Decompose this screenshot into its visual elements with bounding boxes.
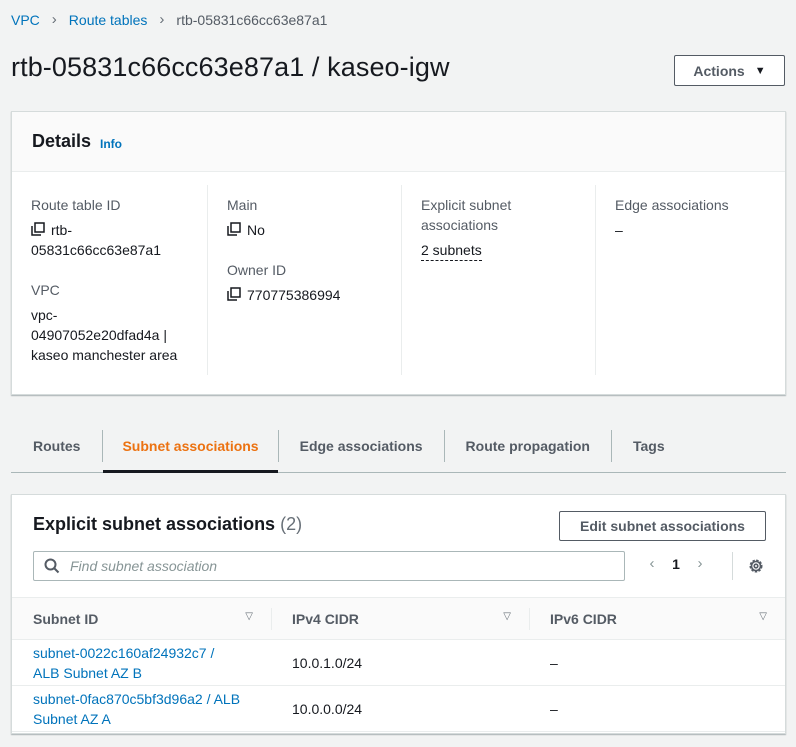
chevron-left-icon[interactable]: ‹ bbox=[642, 555, 662, 572]
actions-button[interactable]: Actions ▼ bbox=[674, 55, 785, 86]
column-label: Subnet ID bbox=[33, 610, 99, 627]
edge-associations-label: Edge associations bbox=[615, 197, 729, 213]
pagination: ‹ 1 › bbox=[642, 555, 710, 572]
edge-associations-value: – bbox=[615, 222, 623, 238]
explicit-associations-value[interactable]: 2 subnets bbox=[421, 240, 482, 261]
breadcrumb-current: rtb-05831c66cc63e87a1 bbox=[176, 11, 328, 28]
table-header-row: Subnet ID ▽ IPv4 CIDR ▽ IPv6 CIDR ▽ bbox=[12, 597, 785, 640]
tab-edge-associations[interactable]: Edge associations bbox=[279, 420, 444, 472]
search-field bbox=[33, 551, 625, 581]
info-link[interactable]: Info bbox=[100, 137, 122, 151]
vpc-label: VPC bbox=[31, 282, 60, 298]
route-table-id-value: rtb- 05831c66cc63e87a1 bbox=[31, 220, 161, 260]
details-heading: Details bbox=[32, 131, 92, 151]
column-header-ipv4-cidr[interactable]: IPv4 CIDR ▽ bbox=[271, 597, 529, 640]
main-value-text: No bbox=[247, 222, 265, 238]
vpc-link[interactable]: vpc- 04907052e20dfad4a | kaseo mancheste… bbox=[31, 305, 177, 365]
main-label: Main bbox=[227, 197, 258, 213]
subnet-count: (2) bbox=[280, 514, 303, 534]
column-label: IPv6 CIDR bbox=[550, 610, 617, 627]
explicit-associations-label: Explicit subnet associations bbox=[421, 195, 511, 235]
ipv4-cidr-cell: 10.0.0.0/24 bbox=[271, 685, 529, 732]
vpc-link-line2: 04907052e20dfad4a | bbox=[31, 327, 167, 343]
details-column-1: Route table ID rtb- 05831c66cc63e87a1 VP… bbox=[12, 185, 207, 375]
route-table-id-label: Route table ID bbox=[31, 197, 121, 213]
column-header-ipv6-cidr[interactable]: IPv6 CIDR ▽ bbox=[529, 597, 785, 640]
table-row: subnet-0022c160af24932c7 / ALB Subnet AZ… bbox=[12, 639, 785, 686]
subnet-id-link[interactable]: subnet-0022c160af24932c7 / ALB Subnet AZ… bbox=[12, 639, 271, 686]
column-header-subnet-id[interactable]: Subnet ID ▽ bbox=[12, 597, 271, 640]
subnet-associations-header: Explicit subnet associations (2) Edit su… bbox=[12, 495, 785, 597]
subnet-id-link[interactable]: subnet-0fac870c5bf3d96a2 / ALB Subnet AZ… bbox=[12, 685, 271, 732]
chevron-right-icon[interactable]: › bbox=[690, 555, 710, 572]
breadcrumb: VPC › Route tables › rtb-05831c66cc63e87… bbox=[11, 11, 327, 28]
details-column-2: Main No Owner ID 770775386994 bbox=[207, 185, 401, 375]
subnet-id-line2: ALB Subnet AZ B bbox=[33, 664, 142, 681]
tab-route-propagation[interactable]: Route propagation bbox=[445, 420, 611, 472]
edit-subnet-associations-button[interactable]: Edit subnet associations bbox=[559, 511, 766, 541]
details-column-4: Edge associations – bbox=[595, 185, 787, 375]
page-title: rtb-05831c66cc63e87a1 / kaseo-igw bbox=[11, 52, 450, 82]
breadcrumb-vpc-link[interactable]: VPC bbox=[11, 12, 40, 28]
owner-id-text: 770775386994 bbox=[247, 287, 341, 303]
subnet-id-line2: Subnet AZ A bbox=[33, 710, 111, 727]
caret-down-icon: ▼ bbox=[754, 64, 766, 77]
details-panel: Details Info Route table ID rtb- 05831c6… bbox=[11, 111, 786, 395]
chevron-right-icon: › bbox=[159, 11, 165, 28]
subnet-heading-text: Explicit subnet associations bbox=[33, 514, 276, 534]
ipv6-cidr-cell: – bbox=[529, 639, 785, 686]
copy-icon[interactable] bbox=[227, 287, 241, 301]
subnet-associations-table: Subnet ID ▽ IPv4 CIDR ▽ IPv6 CIDR ▽ subn… bbox=[12, 597, 785, 732]
details-header: Details Info bbox=[12, 112, 785, 172]
search-input[interactable] bbox=[68, 557, 608, 575]
actions-button-label: Actions bbox=[693, 62, 745, 79]
explicit-label-line1: Explicit subnet bbox=[421, 197, 512, 213]
tab-subnet-associations[interactable]: Subnet associations bbox=[103, 420, 278, 473]
tab-routes[interactable]: Routes bbox=[11, 420, 102, 472]
copy-icon[interactable] bbox=[227, 222, 241, 236]
explicit-label-line2: associations bbox=[421, 217, 499, 233]
search-icon bbox=[44, 558, 60, 574]
subnet-id-line1: subnet-0fac870c5bf3d96a2 / ALB bbox=[33, 690, 241, 707]
owner-id-value: 770775386994 bbox=[227, 285, 340, 305]
sort-icon[interactable]: ▽ bbox=[503, 611, 511, 622]
page-number[interactable]: 1 bbox=[662, 556, 690, 572]
subnet-associations-panel: Explicit subnet associations (2) Edit su… bbox=[11, 494, 786, 734]
pager-divider bbox=[732, 552, 733, 580]
copy-icon[interactable] bbox=[31, 222, 45, 236]
chevron-right-icon: › bbox=[51, 11, 57, 28]
sort-icon[interactable]: ▽ bbox=[245, 611, 253, 622]
tab-bar: Routes Subnet associations Edge associat… bbox=[11, 420, 786, 473]
main-value: No bbox=[227, 220, 265, 240]
subnet-associations-heading: Explicit subnet associations (2) bbox=[33, 514, 302, 535]
column-label: IPv4 CIDR bbox=[292, 610, 359, 627]
route-table-id-line1: rtb- bbox=[51, 222, 72, 238]
subnet-id-line1: subnet-0022c160af24932c7 / bbox=[33, 644, 215, 661]
tab-tags[interactable]: Tags bbox=[612, 420, 686, 472]
ipv6-cidr-cell: – bbox=[529, 685, 785, 732]
gear-icon[interactable] bbox=[747, 557, 765, 575]
vpc-link-line1: vpc- bbox=[31, 307, 58, 323]
breadcrumb-route-tables-link[interactable]: Route tables bbox=[69, 12, 148, 28]
vpc-link-line3: kaseo manchester area bbox=[31, 347, 178, 363]
sort-icon[interactable]: ▽ bbox=[759, 611, 767, 622]
route-table-id-line2: 05831c66cc63e87a1 bbox=[31, 242, 162, 258]
owner-id-label: Owner ID bbox=[227, 262, 287, 278]
explicit-associations-popover[interactable]: 2 subnets bbox=[421, 242, 482, 261]
ipv4-cidr-cell: 10.0.1.0/24 bbox=[271, 639, 529, 686]
table-row: subnet-0fac870c5bf3d96a2 / ALB Subnet AZ… bbox=[12, 685, 785, 732]
details-column-3: Explicit subnet associations 2 subnets bbox=[401, 185, 595, 375]
